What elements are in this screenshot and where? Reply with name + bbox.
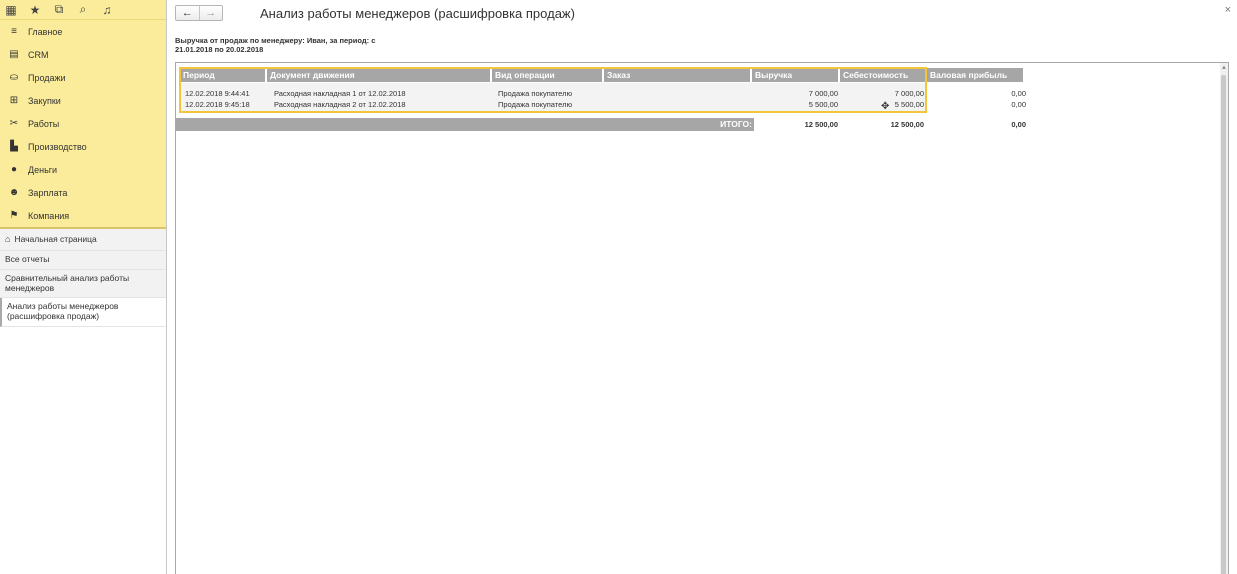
scrollbar-thumb[interactable] [1221,75,1226,574]
sidebar-item-sales[interactable]: ⛀ Продажи [0,66,166,89]
history-icon[interactable]: ⧉ [52,2,66,17]
sidebar-item-label: Продажи [28,72,66,83]
menu-icon: ≡ [11,26,17,37]
flag-icon: ⚑ [9,210,19,221]
sales-icon: ⛀ [9,72,19,83]
cell-cursor-icon: ✥ [881,101,890,112]
column-header: Себестоимость [840,68,927,82]
apps-grid-icon[interactable]: ▦ [4,3,18,17]
sidebar-item-label: CRM [28,49,49,60]
total-profit[interactable]: 0,00 [946,118,1026,131]
sidebar-item-crm[interactable]: ▤ CRM [0,43,166,66]
star-icon[interactable]: ★ [28,3,42,17]
column-header: Выручка [752,68,840,82]
cell-revenue[interactable]: 5 500,00 [758,100,838,110]
column-header: Валовая прибыль [927,68,1025,82]
scroll-up-icon[interactable]: ▲ [1221,65,1227,71]
open-window-label: Анализ работы менеджеров (расшифровка пр… [7,301,119,322]
cell-profit[interactable]: 0,00 [946,89,1026,99]
people-icon: ☻ [8,187,20,198]
app-window: ▦ ★ ⧉ ⌕ ♫ ≡ Главное ▤ CRM ⛀ Продажи ⊞ Закупк… [0,0,1237,574]
sidebar-item-label: Работы [28,118,60,129]
sidebar: ▦ ★ ⧉ ⌕ ♫ ≡ Главное ▤ CRM ⛀ Продажи ⊞ Закупк… [0,0,167,574]
open-window-label: Все отчеты [5,254,50,264]
report-header: Выручка от продаж по менеджеру: Иван, за… [175,36,435,55]
crm-icon: ▤ [9,49,19,60]
back-button[interactable]: ← [176,6,199,20]
money-icon: ● [10,164,18,175]
main-content: ← → Анализ работы менеджеров (расшифровк… [167,0,1237,574]
cell-cost[interactable]: 7 000,00 [844,89,924,99]
sidebar-item-label: Компания [28,210,70,221]
total-cost[interactable]: 12 500,00 [844,118,924,131]
cell-profit[interactable]: 0,00 [946,100,1026,110]
open-window-comparative-analysis[interactable]: Сравнительный анализ работы менеджеров [0,269,166,299]
search-icon[interactable]: ⌕ [76,2,90,17]
total-revenue[interactable]: 12 500,00 [758,118,838,131]
table-header: Период Документ движения Вид операции За… [180,68,1025,82]
cell-period[interactable]: 12.02.2018 9:45:18 [185,100,250,110]
sidebar-item-works[interactable]: ✂ Работы [0,112,166,135]
sidebar-item-label: Закупки [28,95,61,106]
close-button[interactable]: × [1225,4,1231,16]
sidebar-item-money[interactable]: ● Деньги [0,158,166,181]
sidebar-toolbar: ▦ ★ ⧉ ⌕ ♫ [0,0,166,20]
sidebar-item-label: Производство [28,141,87,152]
open-window-label: Сравнительный анализ работы менеджеров [5,272,130,293]
open-window-sales-breakdown[interactable]: Анализ работы менеджеров (расшифровка пр… [0,298,166,327]
total-label: ИТОГО: [176,118,754,131]
sidebar-item-company[interactable]: ⚑ Компания [0,204,166,227]
open-window-label: Начальная страница [14,233,97,244]
nav-buttons: ← → [175,5,223,21]
sidebar-item-label: Главное [28,26,63,37]
cell-revenue[interactable]: 7 000,00 [758,89,838,99]
report-spreadsheet[interactable]: Период Документ движения Вид операции За… [175,62,1229,574]
cell-document[interactable]: Расходная накладная 1 от 12.02.2018 [274,89,406,99]
open-window-home[interactable]: ⌂ Начальная страница [0,229,166,251]
cell-operation[interactable]: Продажа покупателю [498,100,572,110]
cell-operation[interactable]: Продажа покупателю [498,89,572,99]
column-header: Документ движения [267,68,492,82]
report-header-line1: Выручка от продаж по менеджеру: Иван, за… [175,36,376,45]
cart-icon: ⊞ [9,95,19,106]
sidebar-item-main[interactable]: ≡ Главное [0,20,166,43]
bell-icon[interactable]: ♫ [100,3,114,17]
cell-period[interactable]: 12.02.2018 9:44:41 [185,89,250,99]
sidebar-item-production[interactable]: ▙ Производство [0,135,166,158]
sidebar-item-label: Деньги [28,164,58,175]
column-header: Заказ [604,68,752,82]
home-icon: ⌂ [5,234,11,245]
sidebar-item-purchases[interactable]: ⊞ Закупки [0,89,166,112]
open-window-all-reports[interactable]: Все отчеты [0,251,166,270]
factory-icon: ▙ [10,141,18,152]
cell-document[interactable]: Расходная накладная 2 от 12.02.2018 [274,100,406,110]
column-header: Период [180,68,267,82]
sidebar-item-label: Зарплата [28,187,68,198]
vertical-scrollbar[interactable]: ▲ [1220,63,1228,574]
report-header-line2: 21.01.2018 по 20.02.2018 [175,45,264,55]
sidebar-item-salary[interactable]: ☻ Зарплата [0,181,166,204]
section-panel: ≡ Главное ▤ CRM ⛀ Продажи ⊞ Закупки ✂ Работы … [0,20,166,229]
tools-icon: ✂ [9,118,19,129]
page-title: Анализ работы менеджеров (расшифровка пр… [260,6,575,21]
forward-button[interactable]: → [198,6,223,20]
column-header: Вид операции [492,68,604,82]
open-windows-list: ⌂ Начальная страница Все отчеты Сравнител… [0,229,166,327]
